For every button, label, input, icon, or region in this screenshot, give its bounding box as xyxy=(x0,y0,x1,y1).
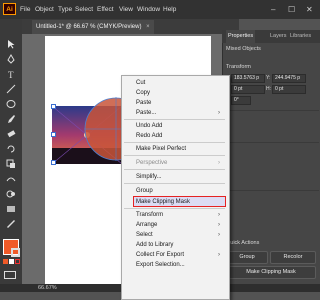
menu-separator xyxy=(124,208,225,209)
menu-item-redo-add[interactable]: Redo Add xyxy=(136,132,162,140)
submenu-arrow-icon: › xyxy=(218,252,220,258)
submenu-arrow-icon: › xyxy=(218,222,220,228)
menu-item-paste[interactable]: Paste xyxy=(136,99,151,107)
selection-handle[interactable] xyxy=(51,104,56,109)
shape-builder-tool-icon[interactable] xyxy=(6,189,16,199)
width-field[interactable]: 0 pt xyxy=(231,85,265,94)
scale-tool-icon[interactable] xyxy=(6,159,16,169)
eyedropper-tool-icon[interactable] xyxy=(6,219,16,229)
menu-bar: Ai File Object Type Select Effect View W… xyxy=(0,0,320,19)
illustrator-logo-icon: Ai xyxy=(3,3,16,15)
document-tab[interactable]: Untitled-1* @ 66.67 % (CMYK/Preview) × xyxy=(32,20,154,34)
submenu-arrow-icon: › xyxy=(218,232,220,238)
menu-item-select[interactable]: Select xyxy=(136,231,153,239)
quick-actions-label: Quick Actions xyxy=(226,240,260,246)
h-label: H: xyxy=(266,86,271,92)
menu-item-collect-for-export[interactable]: Collect For Export xyxy=(136,251,184,259)
menu-type[interactable]: Type xyxy=(58,0,72,19)
menu-item-copy[interactable]: Copy xyxy=(136,89,150,97)
menu-item-paste-special[interactable]: Paste... xyxy=(136,109,156,117)
menu-help[interactable]: Help xyxy=(163,0,176,19)
x-position-field[interactable]: 183.5763 p xyxy=(231,74,265,83)
maximize-button[interactable]: ☐ xyxy=(288,0,295,19)
ellipse-tool-icon[interactable] xyxy=(6,99,16,109)
y-position-field[interactable]: 244.9475 p xyxy=(272,74,306,83)
selection-handle[interactable] xyxy=(51,160,56,165)
y-label: Y: xyxy=(266,75,271,81)
selection-tool-icon[interactable] xyxy=(6,39,16,49)
zoom-level[interactable]: 66.67% xyxy=(38,284,57,292)
color-mode-icon[interactable] xyxy=(3,259,8,264)
selection-type-label: Mixed Objects xyxy=(226,46,261,52)
menu-separator xyxy=(124,119,225,120)
stroke-color-swatch[interactable] xyxy=(11,248,20,257)
menu-item-cut[interactable]: Cut xyxy=(136,79,145,87)
menu-item-add-to-library[interactable]: Add to Library xyxy=(136,241,173,249)
menu-item-arrange[interactable]: Arrange xyxy=(136,221,157,229)
line-tool-icon[interactable] xyxy=(6,84,16,94)
menu-item-make-clipping-mask[interactable]: Make Clipping Mask xyxy=(136,198,190,206)
tab-layers[interactable]: Layers xyxy=(270,30,287,43)
type-tool-icon[interactable]: T xyxy=(6,69,16,79)
screen-mode-icon[interactable] xyxy=(4,271,16,279)
panel-divider xyxy=(223,110,319,111)
menu-object[interactable]: Object xyxy=(35,0,54,19)
eraser-tool-icon[interactable] xyxy=(6,129,16,139)
transform-section-label: Transform xyxy=(226,64,251,70)
gradient-mode-icon[interactable] xyxy=(9,259,14,264)
menu-view[interactable]: View xyxy=(119,0,133,19)
selection-handle[interactable] xyxy=(51,132,56,137)
warp-tool-icon[interactable] xyxy=(6,174,16,184)
close-window-button[interactable]: ✕ xyxy=(306,0,313,19)
menu-separator xyxy=(124,155,225,156)
recolor-button[interactable]: Recolor xyxy=(270,251,316,264)
menu-file[interactable]: File xyxy=(20,0,30,19)
group-button[interactable]: Group xyxy=(226,251,268,264)
menu-separator xyxy=(124,142,225,143)
tab-properties[interactable]: Properties xyxy=(226,30,256,43)
submenu-arrow-icon: › xyxy=(218,110,220,116)
svg-text:T: T xyxy=(8,70,14,79)
menu-item-export-selection[interactable]: Export Selection... xyxy=(136,261,185,269)
menu-item-undo-add[interactable]: Undo Add xyxy=(136,122,162,130)
submenu-arrow-icon: › xyxy=(218,212,220,218)
height-field[interactable]: 0 pt xyxy=(272,85,306,94)
menu-item-perspective: Perspective xyxy=(136,160,168,166)
tab-libraries[interactable]: Libraries xyxy=(290,30,311,43)
menu-item-make-pixel-perfect[interactable]: Make Pixel Perfect xyxy=(136,145,186,153)
minimize-button[interactable]: – xyxy=(271,0,275,19)
menu-effect[interactable]: Effect xyxy=(97,0,114,19)
menu-item-simplify[interactable]: Simplify... xyxy=(136,173,162,181)
menu-window[interactable]: Window xyxy=(137,0,160,19)
panel-tab-bar: Properties Layers Libraries xyxy=(222,30,320,43)
menu-item-transform[interactable]: Transform xyxy=(136,211,163,219)
menu-separator xyxy=(124,169,225,170)
rotation-field[interactable]: 0° xyxy=(231,96,251,105)
none-mode-icon[interactable] xyxy=(15,259,20,264)
rotate-tool-icon[interactable] xyxy=(6,144,16,154)
pen-tool-icon[interactable] xyxy=(6,54,16,64)
brush-tool-icon[interactable] xyxy=(6,114,16,124)
menu-separator xyxy=(124,183,225,184)
panel-divider xyxy=(223,190,319,191)
panel-divider xyxy=(223,142,319,143)
menu-item-group[interactable]: Group xyxy=(136,187,153,195)
make-clipping-mask-button[interactable]: Make Clipping Mask xyxy=(226,266,316,279)
menu-select[interactable]: Select xyxy=(75,0,93,19)
tab-close-icon[interactable]: × xyxy=(146,24,150,30)
tools-panel: T xyxy=(0,19,23,284)
submenu-arrow-icon: › xyxy=(218,160,220,166)
gradient-tool-icon[interactable] xyxy=(6,204,16,214)
document-tab-title: Untitled-1* @ 66.67 % (CMYK/Preview) xyxy=(36,24,142,30)
